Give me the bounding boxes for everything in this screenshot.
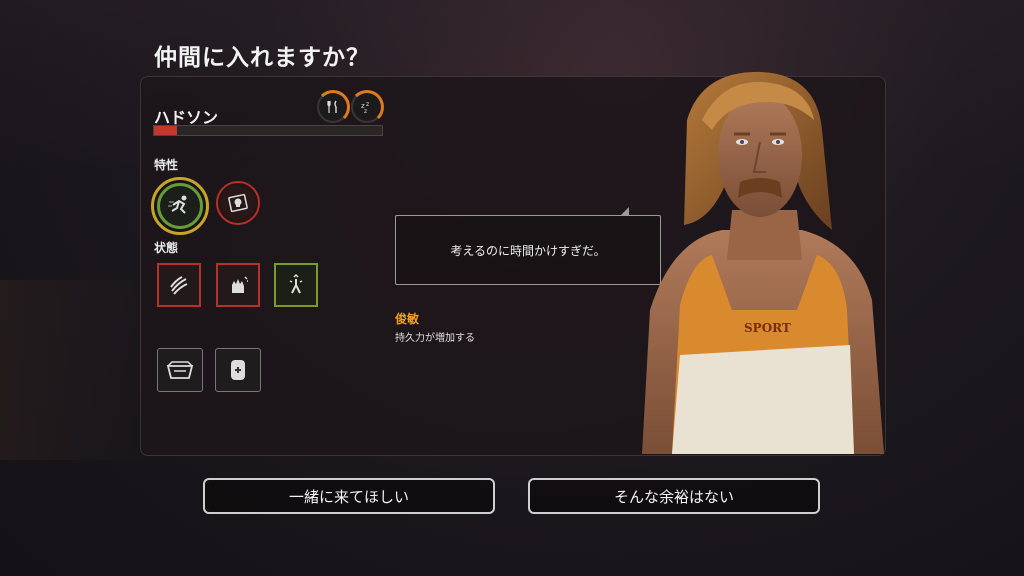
health-bar [153,125,383,136]
traits-label: 特性 [154,158,179,172]
decline-button[interactable]: そんな余裕はない [528,478,820,514]
character-portrait: SPORT [642,71,884,454]
item-crate[interactable] [157,348,203,392]
status-label: 状態 [154,241,179,255]
status-rested[interactable] [274,263,318,307]
sleep-need[interactable]: z z z [350,90,384,124]
status-wounded[interactable] [157,263,201,307]
hunger-need[interactable] [316,90,350,124]
selected-trait-description: 持久力が増加する [395,333,475,344]
speech-text: 考えるのに時間かけすぎだ。 [450,243,606,258]
shirt-text: SPORT [744,321,791,335]
trait-agile[interactable] [151,177,209,235]
background-blur [0,280,150,460]
running-person-icon [168,195,187,214]
bandage-roll-icon [231,360,245,380]
trait-secondary[interactable] [216,181,260,225]
selected-trait-title: 俊敏 [395,312,420,326]
speech-bubble: 考えるのに時間かけすぎだ。 [395,215,661,285]
item-bandage[interactable] [215,348,261,392]
skull-book-icon [228,193,248,213]
accept-button[interactable]: 一緒に来てほしい [203,478,495,514]
speech-bubble-tail [621,207,629,215]
praying-hands-icon [289,273,303,294]
status-infected[interactable] [216,263,260,307]
health-bar-fill [154,126,177,135]
crate-icon [166,361,194,379]
sick-hand-icon [232,276,248,293]
claw-scratch-icon [170,276,188,295]
dialog-title: 仲間に入れますか？ [154,45,370,71]
